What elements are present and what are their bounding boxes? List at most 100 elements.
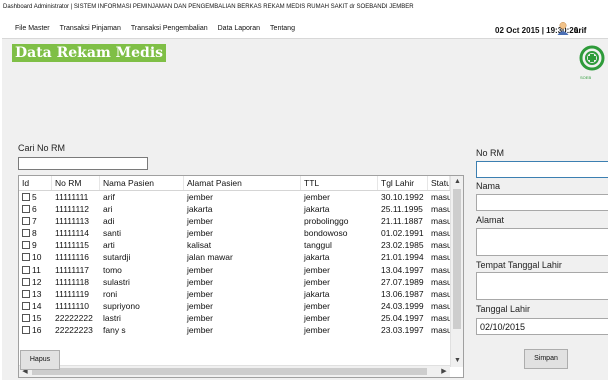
row-id: 16 bbox=[32, 325, 42, 336]
menu-tentang[interactable]: Tentang bbox=[265, 22, 300, 36]
data-grid[interactable]: Id No RM Nama Pasien Alamat Pasien TTL T… bbox=[18, 175, 464, 378]
row-checkbox[interactable] bbox=[22, 326, 30, 335]
cell-no-rm: 11111116 bbox=[55, 252, 90, 263]
window-title: Dashboard Administrator | SISTEM INFORMA… bbox=[0, 0, 608, 14]
column-header-ttl[interactable]: TTL bbox=[301, 176, 378, 190]
row-checkbox[interactable] bbox=[22, 289, 30, 298]
row-checkbox[interactable] bbox=[22, 229, 30, 238]
table-row[interactable]: 15 22222222 lastri jember jember 25.04.1997 ma… bbox=[19, 312, 450, 324]
column-header-nama-pasien[interactable]: Nama Pasien bbox=[100, 176, 184, 190]
row-checkbox[interactable] bbox=[22, 193, 30, 201]
cell-ttl: jember bbox=[304, 325, 330, 336]
table-row[interactable]: 7 11111113 adi jember probolinggo 21.11.1887 m… bbox=[19, 215, 450, 227]
row-checkbox[interactable] bbox=[22, 253, 30, 262]
table-row[interactable]: 14 11111110 supriyono jember jember 24.03.199… bbox=[19, 300, 450, 312]
column-header-id[interactable]: Id bbox=[19, 176, 52, 190]
row-id: 13 bbox=[32, 288, 42, 299]
row-checkbox[interactable] bbox=[22, 205, 30, 214]
cell-tgl-lahir: 13.06.1987 bbox=[381, 288, 424, 299]
cell-nama-pasien: adi bbox=[103, 216, 115, 227]
cell-alamat-pasien: jember bbox=[187, 276, 213, 287]
table-row[interactable]: 9 11111115 arti kalisat tanggul 23.02.1985 mas… bbox=[19, 239, 450, 251]
alamat-field[interactable] bbox=[476, 228, 608, 256]
row-checkbox[interactable] bbox=[22, 241, 30, 250]
cell-status: masu bbox=[431, 288, 450, 299]
column-header-alamat-pasien[interactable]: Alamat Pasien bbox=[184, 176, 301, 190]
cell-nama-pasien: ari bbox=[103, 204, 113, 215]
cell-ttl: jember bbox=[304, 192, 330, 202]
table-row[interactable]: 5 11111111 arif jember jember 30.10.1992 masu bbox=[19, 191, 450, 203]
cell-no-rm: 11111119 bbox=[55, 288, 90, 299]
horizontal-scroll-thumb[interactable] bbox=[32, 368, 427, 375]
cell-ttl: jember bbox=[304, 300, 330, 311]
row-id: 12 bbox=[32, 276, 42, 287]
row-checkbox[interactable] bbox=[22, 277, 30, 286]
table-row[interactable]: 6 11111112 ari jakarta jakarta 25.11.1995 masu bbox=[19, 203, 450, 215]
hospital-logo: SOEB bbox=[579, 45, 605, 80]
cell-nama-pasien: sutardji bbox=[103, 252, 131, 263]
cell-id: 13 bbox=[19, 288, 52, 300]
menu-transaksi-pinjaman[interactable]: Transaksi Pinjaman bbox=[55, 22, 126, 36]
cell-id: 5 bbox=[19, 191, 52, 203]
search-input[interactable] bbox=[18, 157, 148, 170]
row-checkbox[interactable] bbox=[22, 265, 30, 274]
column-header-no-rm[interactable]: No RM bbox=[52, 176, 100, 190]
table-row[interactable]: 12 11111118 sulastri jember jember 27.07.1989… bbox=[19, 276, 450, 288]
cell-id: 12 bbox=[19, 276, 52, 288]
cell-status: masu bbox=[431, 252, 450, 263]
scroll-up-icon[interactable]: ▲ bbox=[451, 176, 463, 188]
logo-text: SOEB bbox=[580, 75, 591, 80]
cell-id: 7 bbox=[19, 215, 52, 227]
cell-status: masu bbox=[431, 240, 450, 251]
user-name: arif bbox=[574, 26, 587, 35]
cell-id: 11 bbox=[19, 264, 52, 276]
cell-ttl: jember bbox=[304, 264, 330, 275]
column-header-tgl-lahir[interactable]: Tgl Lahir bbox=[378, 176, 428, 190]
cell-alamat-pasien: jakarta bbox=[187, 204, 213, 215]
cell-tgl-lahir: 21.11.1887 bbox=[381, 216, 423, 227]
cell-status: masu bbox=[431, 276, 450, 287]
horizontal-scrollbar[interactable]: ◀ ▶ bbox=[19, 365, 450, 377]
cell-status: masu bbox=[431, 300, 450, 311]
simpan-button[interactable]: Simpan bbox=[524, 349, 568, 369]
menu-file-master[interactable]: File Master bbox=[0, 22, 55, 36]
table-row[interactable]: 10 11111116 sutardji jalan mawar jakarta 21.0… bbox=[19, 251, 450, 263]
tanggal-lahir-picker[interactable]: 02/10/2015 bbox=[476, 318, 608, 335]
row-checkbox[interactable] bbox=[22, 217, 30, 226]
row-id: 15 bbox=[32, 312, 42, 323]
cell-ttl: jember bbox=[304, 312, 330, 323]
nama-field[interactable] bbox=[476, 194, 608, 211]
cell-nama-pasien: fany s bbox=[103, 325, 126, 336]
vertical-scrollbar[interactable]: ▲ ▼ bbox=[450, 176, 463, 367]
table-row[interactable]: 11 11111117 tomo jember jember 13.04.1997 masu bbox=[19, 264, 450, 276]
ttl-field[interactable] bbox=[476, 272, 608, 300]
table-row[interactable]: 13 11111119 roni jember jakarta 13.06.1987 mas… bbox=[19, 288, 450, 300]
cell-no-rm: 11111115 bbox=[55, 240, 90, 251]
menu-data-laporan[interactable]: Data Laporan bbox=[213, 22, 265, 36]
vertical-scroll-thumb[interactable] bbox=[453, 189, 461, 329]
cell-ttl: jakarta bbox=[304, 204, 330, 215]
table-row[interactable]: 8 11111114 santi jember bondowoso 01.02.1991 m… bbox=[19, 227, 450, 239]
page-title: Data Rekam Medis bbox=[12, 44, 167, 62]
hapus-button[interactable]: Hapus bbox=[20, 350, 60, 370]
cell-id: 10 bbox=[19, 251, 52, 263]
row-id: 10 bbox=[32, 252, 42, 263]
row-checkbox[interactable] bbox=[22, 301, 30, 310]
cell-tgl-lahir: 27.07.1989 bbox=[381, 276, 424, 287]
row-id: 7 bbox=[32, 216, 37, 227]
row-id: 6 bbox=[32, 204, 37, 215]
row-id: 5 bbox=[32, 192, 37, 202]
no-rm-field[interactable] bbox=[476, 161, 608, 178]
table-row[interactable]: 16 22222223 fany s jember jember 23.03.1997 ma… bbox=[19, 324, 450, 336]
cell-status: masu bbox=[431, 216, 450, 227]
cell-no-rm: 11111111 bbox=[55, 192, 89, 202]
column-header-status[interactable]: Statu bbox=[428, 176, 450, 190]
row-checkbox[interactable] bbox=[22, 313, 30, 322]
cell-id: 8 bbox=[19, 227, 52, 239]
cell-status: masu bbox=[431, 192, 450, 202]
scroll-down-icon[interactable]: ▼ bbox=[451, 355, 463, 367]
grid-body: 5 11111111 arif jember jember 30.10.1992 masu 6… bbox=[19, 191, 450, 367]
scroll-right-icon[interactable]: ▶ bbox=[438, 366, 450, 377]
menu-transaksi-pengembalian[interactable]: Transaksi Pengembalian bbox=[126, 22, 213, 36]
cell-nama-pasien: tomo bbox=[103, 264, 122, 275]
